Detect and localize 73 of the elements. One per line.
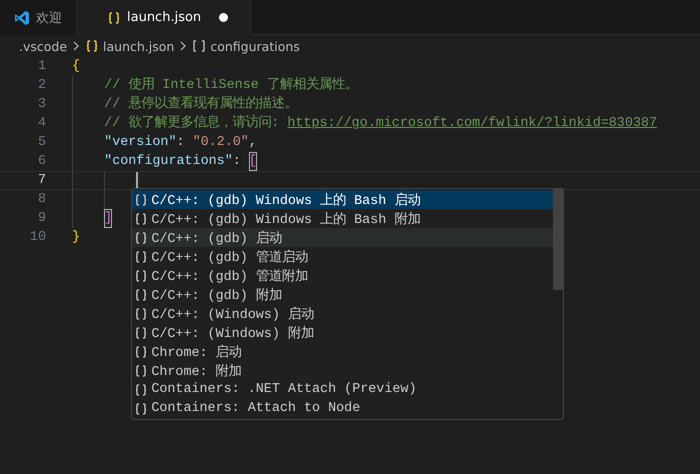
app-logo-icon <box>14 10 30 26</box>
scrollbar-thumb[interactable] <box>553 189 564 290</box>
braces-icon <box>134 212 148 226</box>
bracket: [ <box>248 152 257 171</box>
suggestion-item[interactable]: C/C++: (Windows) 附加 <box>132 323 554 342</box>
braces-icon <box>134 288 148 302</box>
braces-icon <box>107 10 121 24</box>
line-number: 6 <box>36 153 46 171</box>
suggestion-item[interactable]: C/C++: (gdb) Windows 上的 Bash 附加 <box>132 209 554 228</box>
braces-icon <box>134 268 148 282</box>
braces-icon <box>134 230 148 244</box>
suggestion-item[interactable]: Chrome: 附加 <box>132 361 554 380</box>
line-number: 7 <box>36 172 46 189</box>
braces-icon <box>134 306 148 320</box>
suggestion-label: C/C++: (gdb) 管道附加 <box>151 268 308 284</box>
line-number: 1 <box>36 58 46 76</box>
punctuation: , <box>248 134 257 152</box>
editor-tab[interactable]: launch.json <box>77 0 252 35</box>
json-key: "configurations" <box>104 152 233 171</box>
suggestion-label: C/C++: (gdb) Windows 上的 Bash 附加 <box>151 210 420 228</box>
braces-icon <box>134 250 148 264</box>
breadcrumb-item[interactable]: configurations <box>210 38 300 54</box>
bracket: ] <box>104 209 112 228</box>
chevron-icon <box>72 41 80 51</box>
suggestion-label: C/C++: (Windows) 启动 <box>151 306 314 322</box>
json-key: "version" <box>104 133 176 152</box>
brace: { <box>72 58 80 76</box>
line-number: 9 <box>36 210 46 228</box>
brackets-icon <box>192 39 206 53</box>
suggestion-item[interactable]: Containers: Attach to Node <box>132 399 554 418</box>
line-number: 4 <box>36 115 46 133</box>
braces-icon <box>134 344 148 358</box>
link[interactable]: https://go.microsoft.com/fwlink/?linkid=830387 <box>287 114 657 133</box>
braces-icon <box>134 402 148 416</box>
suggestion-label: Containers: Attach to Node <box>151 401 360 416</box>
braces-icon <box>134 326 148 340</box>
chevron-icon <box>179 41 188 51</box>
comment-text: // 欲了解更多信息，请访问: <box>104 114 280 133</box>
suggestion-item[interactable]: C/C++: (gdb) 管道启动 <box>132 247 554 266</box>
suggestion-item[interactable]: Chrome: 启动 <box>132 342 554 361</box>
punctuation: : <box>176 134 186 152</box>
suggestion-label: C/C++: (gdb) 启动 <box>151 230 282 246</box>
line-number: 8 <box>36 191 46 209</box>
braces-icon <box>134 382 148 396</box>
suggestion-label: C/C++: (Windows) 附加 <box>151 324 314 342</box>
comment-text: // 使用 IntelliSense 了解相关属性。 <box>104 76 358 95</box>
suggestion-item[interactable]: C/C++: (gdb) 附加 <box>132 285 554 304</box>
brace: } <box>72 229 80 247</box>
suggestion-item[interactable]: Containers: .NET Attach (Preview) <box>132 380 554 399</box>
suggestion-item[interactable]: C/C++: (gdb) 管道附加 <box>132 266 554 285</box>
line-number: 10 <box>28 229 46 247</box>
braces-icon <box>134 192 148 206</box>
suggestion-label: C/C++: (gdb) Windows 上的 Bash 启动 <box>151 192 420 208</box>
suggestion-label: Containers: .NET Attach (Preview) <box>151 382 416 397</box>
braces-icon <box>85 39 100 53</box>
suggestion-item[interactable]: C/C++: (Windows) 启动 <box>132 304 554 323</box>
suggestion-label: C/C++: (gdb) 附加 <box>151 286 282 304</box>
editor-tab[interactable]: 欢迎 <box>0 0 77 35</box>
braces-icon <box>134 364 148 378</box>
line-number: 3 <box>36 96 46 114</box>
text-cursor <box>136 172 138 189</box>
breadcrumb-item[interactable]: launch.json <box>103 38 174 54</box>
suggestion-label: C/C++: (gdb) 管道启动 <box>151 248 308 266</box>
suggestion-item[interactable]: C/C++: (gdb) Windows 上的 Bash 启动 <box>132 190 554 209</box>
line-number: 5 <box>36 134 46 152</box>
punctuation: : <box>232 153 242 171</box>
suggestion-label: Chrome: 启动 <box>151 344 242 360</box>
suggestion-label: Chrome: 附加 <box>151 362 242 380</box>
string-value: "0.2.0" <box>192 134 249 152</box>
suggestion-item[interactable]: C/C++: (gdb) 启动 <box>132 228 554 247</box>
comment-text: // 悬停以查看现有属性的描述。 <box>104 95 298 114</box>
line-number: 2 <box>36 77 46 95</box>
breadcrumb-item[interactable]: .vscode <box>19 38 68 54</box>
